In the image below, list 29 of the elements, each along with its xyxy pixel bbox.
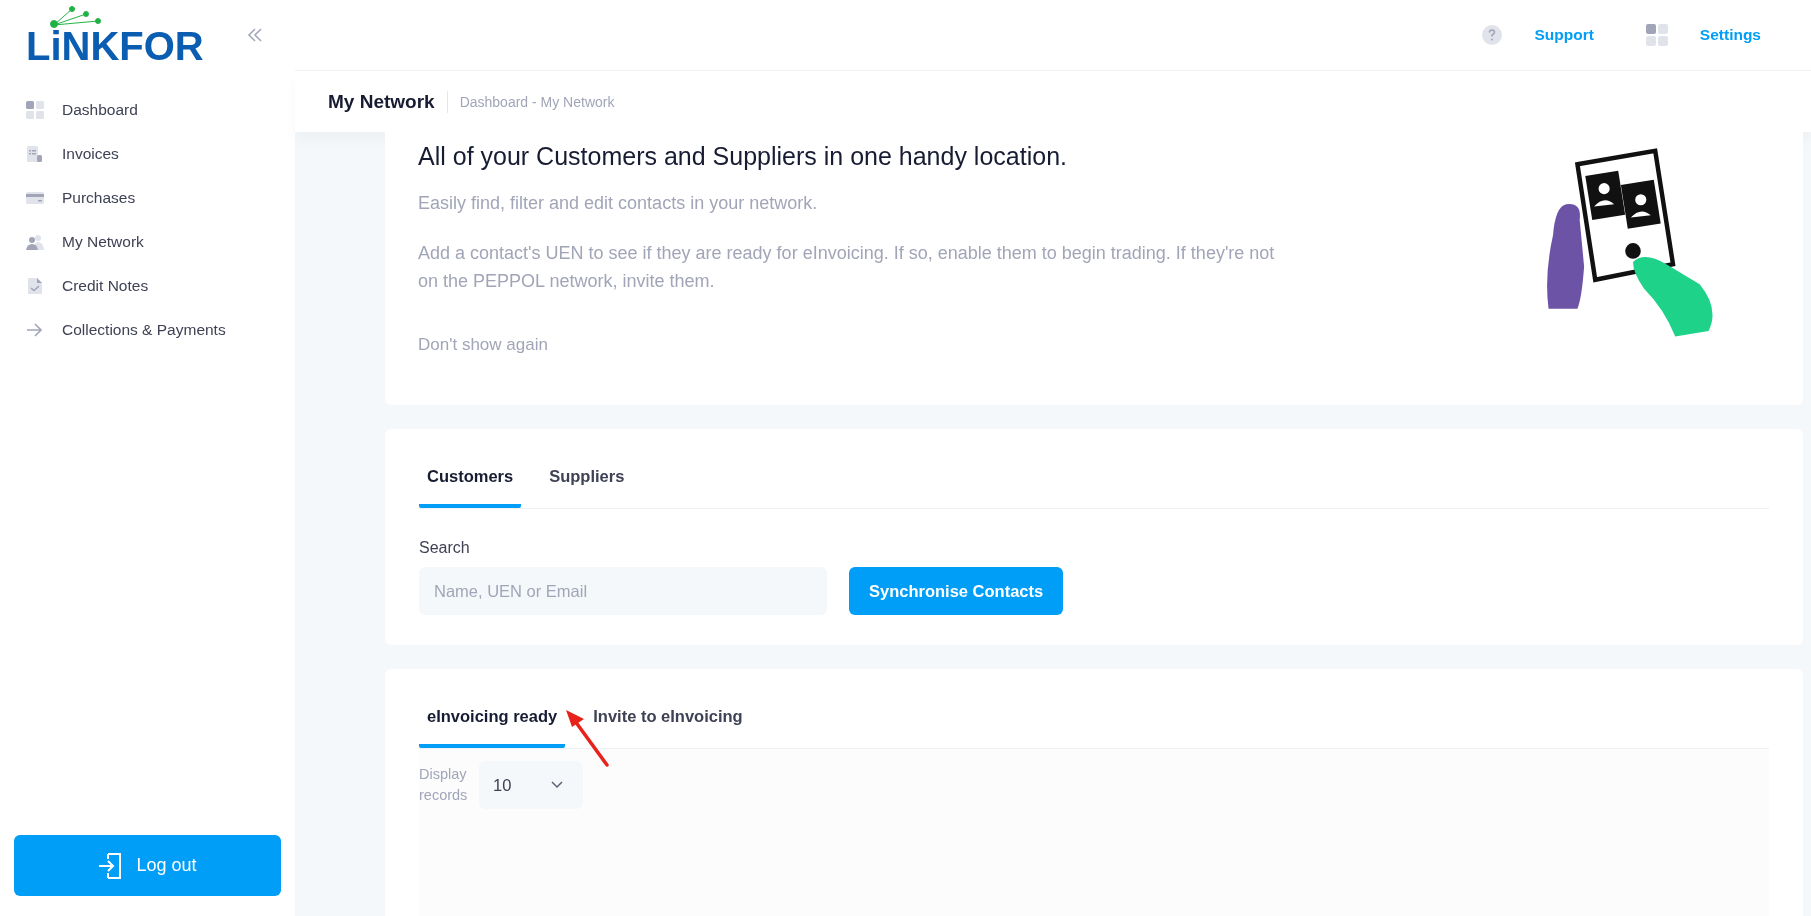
dashboard-icon [26,101,44,119]
display-records-label: Display records [419,765,469,805]
tab[interactable]: Invite to eInvoicing [585,697,751,748]
intro-paragraph: Add a contact's UEN to see if they are ready for eInvoicing. If so, enable them to begin trading. If they're not on the PEPPOL network, invite them. [418,242,1276,293]
nav-item[interactable]: Dashboard [0,88,295,132]
nav-item[interactable]: Invoices [0,132,295,176]
card-icon [26,191,44,205]
note-icon [26,277,44,295]
arrow-right-icon [26,322,44,338]
nav-item[interactable]: My Network [0,220,295,264]
search-field[interactable]: Name, UEN or Email [419,567,827,615]
intro-heading: All of your Customers and Suppliers in one handy location. [418,142,1068,171]
collapse-icon[interactable] [247,28,263,42]
chevron-down-icon [551,781,563,789]
nav-item[interactable]: Credit Notes [0,264,295,308]
help-icon[interactable] [1482,25,1503,45]
records-select[interactable]: 10 [479,761,583,809]
breadcrumb: Dashboard - My Network [459,93,615,110]
search-label: Search [419,539,471,557]
people-icon [26,234,44,250]
intro-paragraph: Easily find, filter and edit contacts in your network. [418,192,819,215]
page-title: My Network [328,90,448,113]
brand-logo[interactable]: LiNKFOR [26,28,204,64]
invoice-icon [26,145,44,163]
nav-item[interactable]: Purchases [0,176,295,220]
tab[interactable]: Customers [419,457,522,508]
tab[interactable]: Suppliers [541,457,633,508]
nav-item[interactable]: Collections & Payments [0,308,295,352]
apps-icon[interactable] [1645,24,1668,46]
